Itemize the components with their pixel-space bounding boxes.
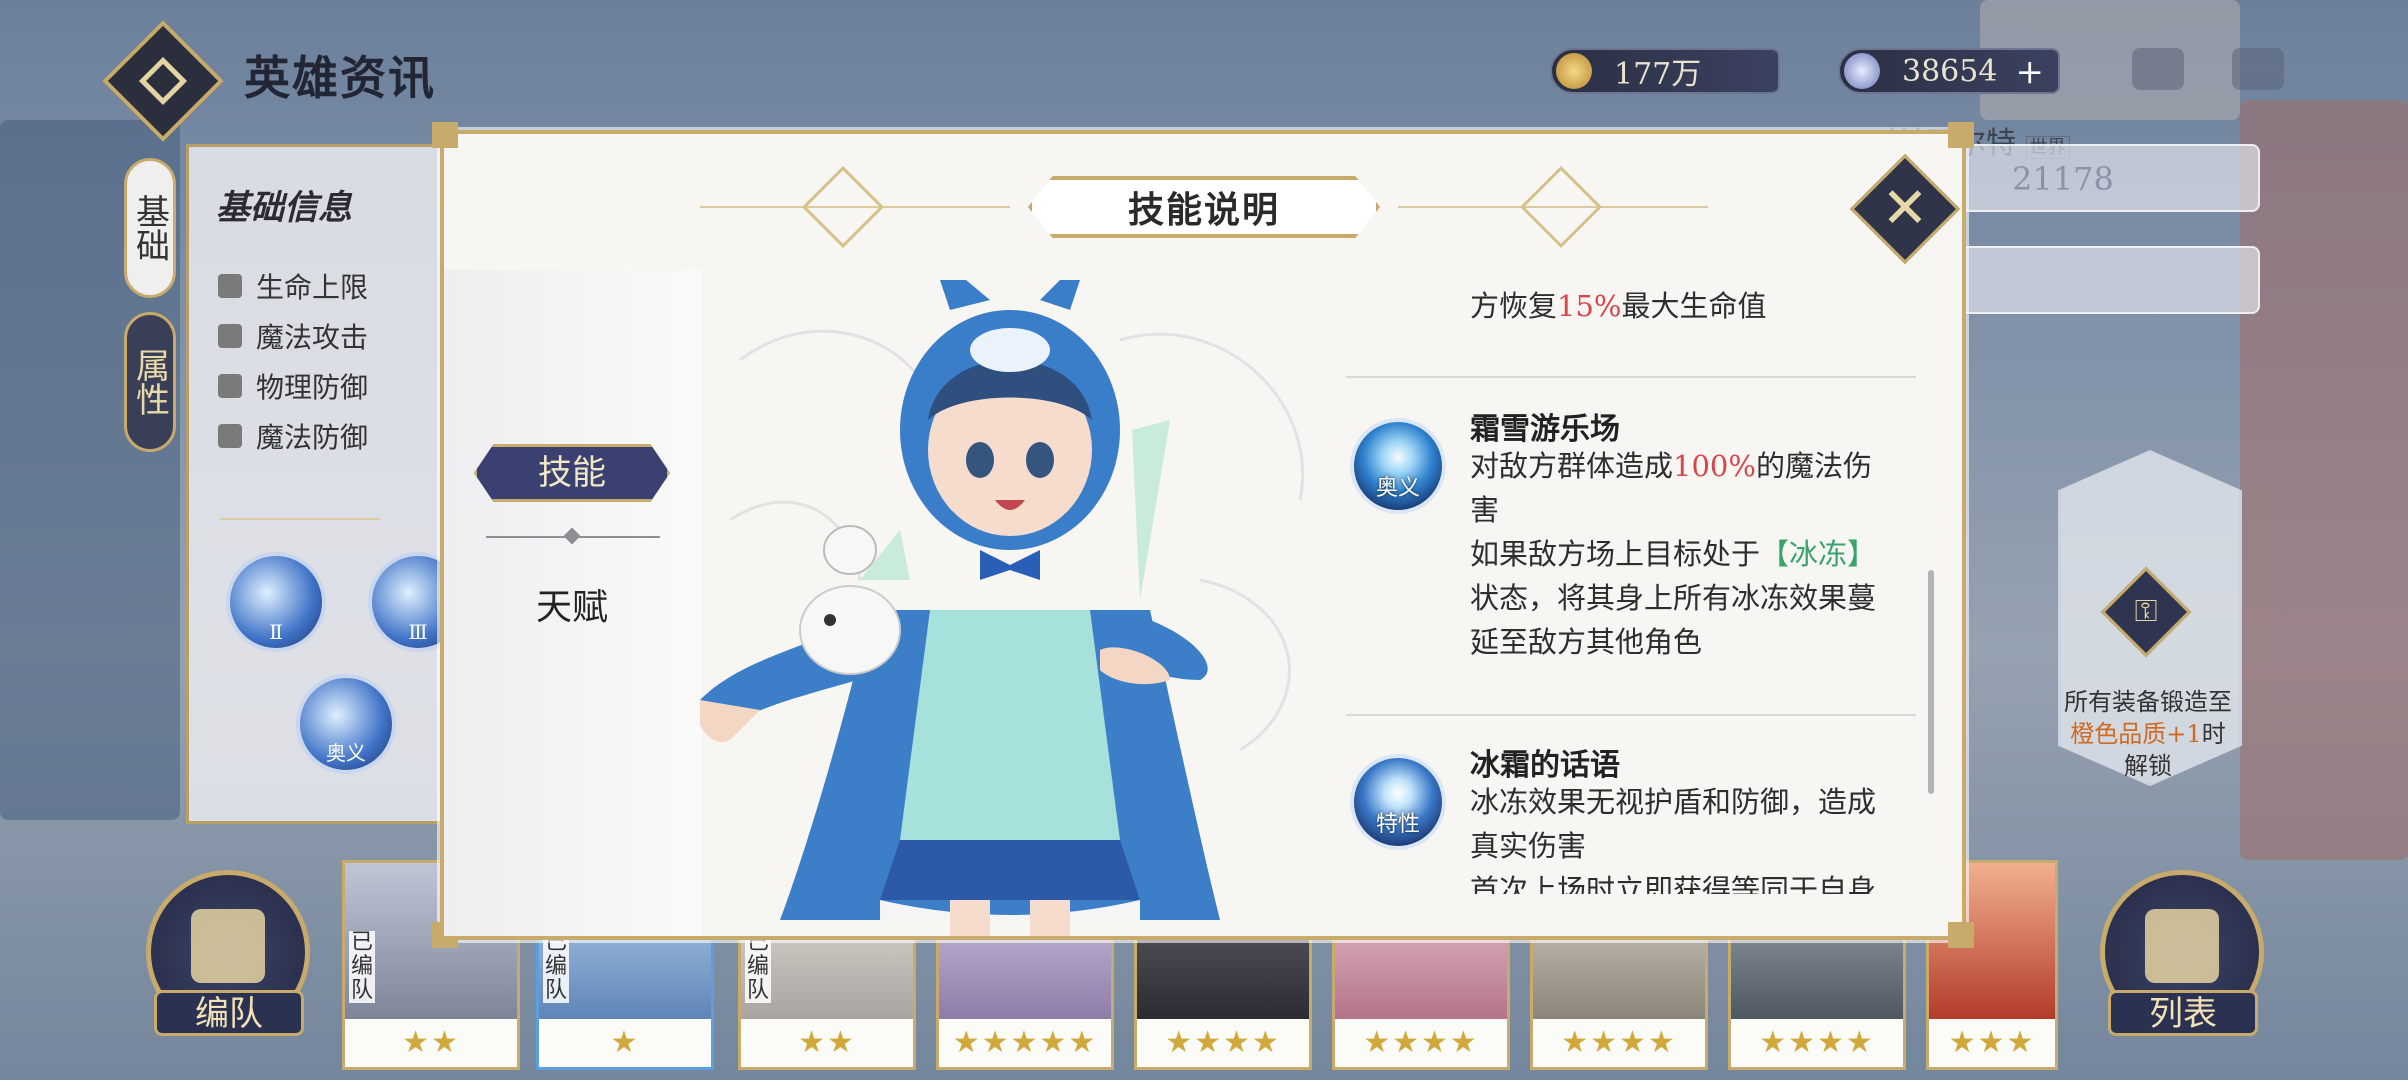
unlock-line1: 所有装备锻造至 bbox=[2064, 688, 2232, 716]
scrollbar[interactable] bbox=[1928, 570, 1934, 794]
tab-talent[interactable]: 天赋 bbox=[474, 578, 670, 630]
shield-icon bbox=[218, 374, 242, 398]
text-line: 延至敌方其他角色 bbox=[1470, 625, 1703, 659]
skill-description: 冰冻效果无视护盾和防御，造成 真实伤害 首次上场时立即获得等同于自身 bbox=[1470, 780, 1920, 894]
gem-icon bbox=[1844, 53, 1880, 89]
text-fragment: 对敌方群体造成 bbox=[1470, 449, 1674, 483]
tab-basic-label: 基础 bbox=[129, 194, 170, 262]
skill-name: 霜雪游乐场 bbox=[1470, 412, 1620, 447]
stat-row-magic-defense: 魔法防御 bbox=[218, 416, 368, 456]
stat-label: 物理防御 bbox=[256, 371, 369, 404]
unlock-highlight: 橙色品质+1 bbox=[2070, 720, 2202, 748]
wand-icon bbox=[218, 324, 242, 348]
hero-stars: ★★★ bbox=[1929, 1019, 2055, 1067]
skill-partial-line: 方恢复15%最大生命值 bbox=[1470, 284, 1767, 328]
stat-label: 魔法防御 bbox=[256, 421, 369, 454]
list-button-label: 列表 bbox=[2108, 990, 2258, 1036]
skill-orb[interactable]: Ⅱ bbox=[226, 552, 326, 652]
hero-stars: ★★★★ bbox=[1533, 1019, 1705, 1067]
heart-icon bbox=[218, 274, 242, 298]
stat-label: 生命上限 bbox=[256, 271, 369, 304]
gem-amount: 38654 bbox=[1902, 53, 1998, 89]
gold-currency[interactable]: 177万 bbox=[1550, 48, 1780, 94]
skill-orb-label: Ⅱ bbox=[269, 620, 283, 644]
grid-icon bbox=[2145, 909, 2219, 983]
corner-ornament bbox=[1948, 122, 1974, 148]
stat-row-hp: 生命上限 bbox=[218, 266, 368, 306]
text-line: 真实伤害 bbox=[1470, 829, 1587, 863]
chess-knight-icon bbox=[191, 909, 265, 983]
mail-icon[interactable] bbox=[2232, 48, 2284, 90]
power-value: 21178 bbox=[2012, 160, 2114, 198]
skill-name: 冰霜的话语 bbox=[1470, 748, 1620, 783]
skill-separator bbox=[1346, 376, 1916, 378]
hero-stars: ★ bbox=[539, 1019, 711, 1067]
hero-stars: ★★ bbox=[345, 1019, 517, 1067]
team-tag: 已编队 bbox=[349, 930, 375, 1003]
unlock-condition-text: 所有装备锻造至 橙色品质+1时解锁 bbox=[2060, 686, 2236, 782]
text-fragment: 最大生命值 bbox=[1621, 289, 1767, 323]
divider bbox=[220, 518, 380, 520]
team-tag: 已编队 bbox=[745, 930, 771, 1003]
close-icon: ✕ bbox=[1881, 176, 1929, 241]
corner-ornament bbox=[1948, 922, 1974, 948]
heal-percent: 15% bbox=[1557, 289, 1622, 323]
skill-description-list[interactable]: 方恢复15%最大生命值 奥义 霜雪游乐场 对敌方群体造成100%的魔法伤 害 如… bbox=[1346, 274, 1920, 894]
gold-coin-icon bbox=[1556, 53, 1592, 89]
hero-stars: ★★★★★ bbox=[939, 1019, 1111, 1067]
page-title: 英雄资讯 bbox=[244, 51, 436, 105]
gold-amount: 177万 bbox=[1614, 57, 1702, 92]
stat-label: 魔法攻击 bbox=[256, 321, 369, 354]
hero-stars: ★★★★ bbox=[1335, 1019, 1507, 1067]
damage-percent: 100% bbox=[1673, 449, 1756, 483]
tab-basic[interactable]: 基础 bbox=[124, 158, 176, 298]
text-line: 首次上场时立即获得等同于自身 bbox=[1470, 873, 1877, 894]
corner-ornament bbox=[432, 122, 458, 148]
chat-icon[interactable] bbox=[2132, 48, 2184, 90]
hero-stars: ★★ bbox=[741, 1019, 913, 1067]
tab-attributes-label: 属性 bbox=[129, 348, 170, 416]
skill-orb[interactable]: 奥义 bbox=[296, 674, 396, 774]
stat-row-physical-defense: 物理防御 bbox=[218, 366, 368, 406]
equipment-bar[interactable] bbox=[1960, 246, 2260, 314]
dialog-title-plate: 技能说明 bbox=[1028, 176, 1380, 238]
dialog-title: 技能说明 bbox=[1127, 189, 1280, 231]
text-line: 冰冻效果无视护盾和防御，造成 bbox=[1470, 785, 1877, 819]
skill-badge: 奥义 bbox=[1375, 476, 1420, 501]
gem-currency[interactable]: 38654 + bbox=[1838, 48, 2060, 94]
hero-stars: ★★★★ bbox=[1731, 1019, 1903, 1067]
magic-shield-icon bbox=[218, 424, 242, 448]
hero-stars: ★★★★ bbox=[1137, 1019, 1309, 1067]
trait-skill-icon: 特性 bbox=[1350, 754, 1446, 850]
text-fragment: 如果敌方场上目标处于 bbox=[1470, 537, 1761, 571]
skill-badge: 特性 bbox=[1375, 812, 1420, 837]
skill-separator bbox=[1346, 714, 1916, 716]
basic-info-title: 基础信息 bbox=[216, 188, 352, 228]
text-fragment: 的魔法伤 bbox=[1755, 449, 1872, 483]
freeze-keyword[interactable]: 【冰冻】 bbox=[1760, 537, 1876, 571]
tab-divider bbox=[486, 536, 660, 538]
stat-row-magic-attack: 魔法攻击 bbox=[218, 316, 368, 356]
hero-illustration bbox=[700, 280, 1304, 936]
text-line: 害 bbox=[1470, 493, 1500, 527]
add-gems-button[interactable]: + bbox=[2016, 52, 2045, 92]
ultimate-skill-icon: 奥义 bbox=[1350, 418, 1446, 514]
back-icon bbox=[138, 56, 188, 106]
skill-description: 对敌方群体造成100%的魔法伤 害 如果敌方场上目标处于【冰冻】 状态，将其身上… bbox=[1470, 444, 1920, 664]
text-line: 状态，将其身上所有冰冻效果蔓 bbox=[1470, 581, 1877, 615]
skill-orb-label: 奥义 bbox=[326, 741, 366, 765]
tab-skill[interactable]: 技能 bbox=[474, 444, 670, 502]
text-fragment: 方恢复 bbox=[1470, 289, 1558, 323]
team-tag: 已编队 bbox=[543, 930, 569, 1003]
tab-attributes[interactable]: 属性 bbox=[124, 312, 176, 452]
team-button-label: 编队 bbox=[154, 990, 304, 1036]
